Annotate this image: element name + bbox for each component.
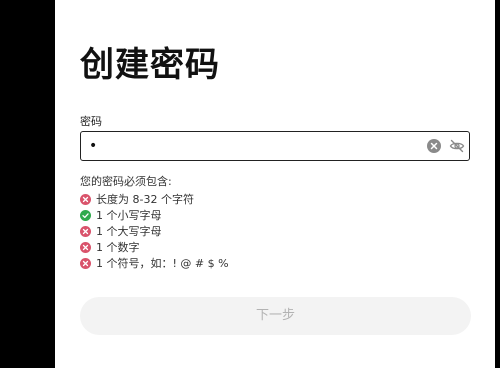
password-field — [80, 131, 470, 161]
clear-circle-icon[interactable] — [427, 139, 441, 153]
requirement-number: 1 个数字 — [80, 239, 229, 255]
requirement-text: 长度为 8-32 个字符 — [96, 193, 194, 206]
check-circle-icon — [80, 209, 91, 221]
requirement-uppercase: 1 个大写字母 — [80, 223, 229, 239]
requirement-text: 1 个符号，如：! @ # $ % — [96, 257, 229, 270]
error-circle-icon — [80, 257, 91, 269]
right-backdrop — [495, 0, 500, 368]
requirement-text: 1 个大写字母 — [96, 225, 162, 238]
password-label: 密码 — [80, 115, 102, 128]
password-input[interactable] — [89, 135, 409, 157]
create-password-panel: 创建密码 密码 您的密码必须包含: 长度为 8-32 个字符 1 — [55, 0, 495, 368]
error-circle-icon — [80, 241, 91, 253]
error-circle-icon — [80, 225, 91, 237]
error-circle-icon — [80, 193, 91, 205]
requirements-heading: 您的密码必须包含: — [80, 175, 172, 188]
requirement-length: 长度为 8-32 个字符 — [80, 191, 229, 207]
requirements-list: 长度为 8-32 个字符 1 个小写字母 1 个大写字母 1 个数字 1 个符号… — [80, 191, 229, 271]
page-title: 创建密码 — [80, 45, 220, 85]
eye-off-icon[interactable] — [449, 138, 465, 154]
requirement-symbol: 1 个符号，如：! @ # $ % — [80, 255, 229, 271]
requirement-lowercase: 1 个小写字母 — [80, 207, 229, 223]
left-backdrop — [0, 0, 55, 368]
requirement-text: 1 个数字 — [96, 241, 140, 254]
next-button[interactable]: 下一步 — [80, 297, 471, 335]
requirement-text: 1 个小写字母 — [96, 209, 162, 222]
